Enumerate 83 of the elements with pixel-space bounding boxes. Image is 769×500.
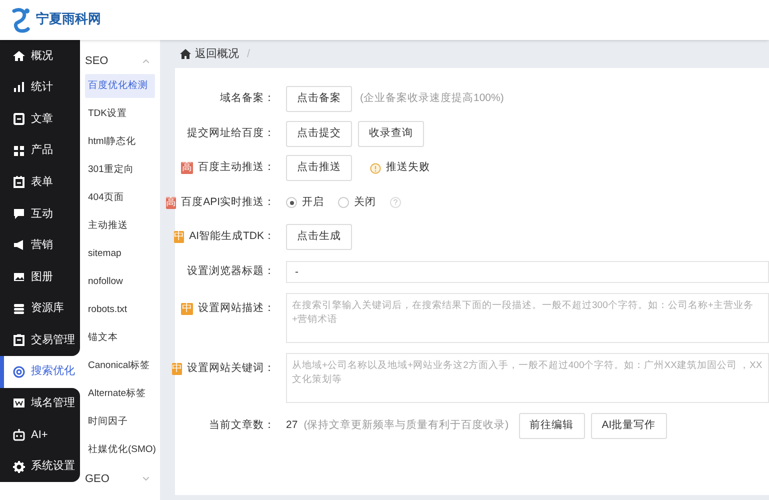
logo-text: 宁夏雨科网 (36, 10, 101, 30)
nav-item[interactable]: 营销 (0, 230, 80, 262)
submenu-item[interactable]: TDK设置 (85, 102, 155, 126)
submenu-item[interactable]: 时间因子 (85, 410, 155, 434)
chat-icon (13, 208, 25, 220)
nav-item[interactable]: 域名管理 (0, 388, 80, 420)
submenu-item[interactable]: html静态化 (85, 130, 155, 154)
target-icon (13, 366, 25, 378)
field-label: 百度主动推送： (198, 160, 275, 176)
nav-item[interactable]: 文章 (0, 103, 80, 135)
radio-button[interactable] (338, 197, 349, 208)
priority-badge: 中 (172, 362, 182, 375)
textarea-field[interactable]: 从地域+公司名称以及地域+网站业务这2方面入手，一般不超过400个字符。如：广州XX建筑加固公司 ，XX文化策划等 (286, 353, 769, 403)
field-label: 域名备案： (220, 91, 275, 106)
priority-badge: 高 (181, 162, 193, 174)
submenu-item[interactable]: Canonical标签 (85, 354, 155, 378)
submenu-section[interactable]: SEO (85, 48, 155, 74)
megaphone-icon (13, 239, 25, 252)
radio-button[interactable] (286, 197, 297, 208)
action-button[interactable]: 收录查询 (358, 120, 424, 147)
article-count: 27 (286, 418, 298, 434)
picture-icon (13, 270, 25, 283)
robot-icon (13, 428, 25, 441)
field-label: 当前文章数： (209, 418, 275, 434)
field-label: 提交网址给百度： (187, 126, 275, 141)
submenu-item[interactable]: 社媒优化(SMO) (85, 438, 155, 462)
submenu-item[interactable]: 404页面 (85, 186, 155, 210)
caret-icon (143, 59, 149, 63)
field-label: AI智能生成TDK： (189, 229, 275, 244)
calendar-icon (13, 176, 25, 188)
breadcrumb-separator: / (247, 46, 250, 62)
nav-item[interactable]: AI+ (0, 419, 80, 451)
grid-icon (13, 144, 25, 157)
action-button[interactable]: 点击备案 (286, 86, 352, 112)
action-button[interactable]: 点击生成 (286, 224, 352, 250)
action-button[interactable]: 点击提交 (286, 120, 352, 147)
textarea-field[interactable]: 在搜索引擎输入关键词后，在搜索结果下面的一段描述。一般不超过300个字符。如：公司名称+主营业务+营销术语 (286, 293, 769, 343)
field-label: 设置浏览器标题： (187, 264, 275, 279)
database-icon (13, 302, 25, 315)
submenu-item[interactable]: robots.txt (85, 298, 155, 322)
action-button[interactable]: 前往编辑 (518, 413, 585, 440)
radio-option[interactable]: 关闭 (338, 194, 376, 211)
nav-item[interactable]: 统计 (0, 72, 80, 104)
status-text: 推送失败 (386, 160, 430, 176)
letter-box-icon (13, 397, 25, 410)
input-field[interactable]: - (286, 260, 769, 283)
warning-icon (370, 162, 381, 174)
submenu-item[interactable]: 301重定向 (85, 158, 155, 182)
bar-chart-icon (13, 81, 25, 94)
hint-text: (保持文章更新频率与质量有利于百度收录) (304, 418, 509, 434)
hint-text: (企业备案收录速度提高100%) (360, 91, 504, 106)
nav-item[interactable]: 产品 (0, 134, 80, 166)
caret-icon (143, 477, 149, 481)
home-icon (180, 49, 191, 59)
nav-item[interactable]: 系统设置 (0, 450, 80, 482)
document-icon (13, 112, 25, 125)
field-label: 百度API实时推送： (181, 194, 275, 210)
nav-item[interactable]: 图册 (0, 261, 80, 293)
clipboard-icon (13, 334, 25, 346)
submenu-item[interactable]: 锚文本 (85, 326, 155, 350)
nav-item[interactable]: 交易管理 (0, 324, 80, 356)
breadcrumb-link[interactable]: 返回概况 (195, 46, 239, 62)
nav-item[interactable]: 概况 (0, 40, 80, 72)
field-label: 设置网站关键词： (187, 361, 275, 376)
submenu-item[interactable]: sitemap (85, 242, 155, 266)
action-button[interactable]: 点击推送 (286, 155, 352, 182)
priority-badge: 中 (181, 302, 193, 315)
nav-item[interactable]: 资源库 (0, 292, 80, 324)
submenu-item[interactable]: Alternate标签 (85, 382, 155, 406)
radio-option[interactable]: 开启 (286, 194, 324, 211)
logo-icon (10, 7, 32, 33)
submenu-section[interactable]: GEO (85, 466, 155, 492)
submenu-item[interactable]: 百度优化检测 (85, 74, 155, 98)
submenu-item[interactable]: nofollow (85, 270, 155, 294)
field-label: 设置网站描述： (198, 301, 275, 316)
gear-icon (13, 460, 25, 473)
nav-item[interactable]: 互动 (0, 198, 80, 230)
submenu-item[interactable]: 主动推送 (85, 214, 155, 238)
home-icon (13, 50, 25, 62)
action-button[interactable]: AI批量写作 (590, 413, 667, 440)
nav-item[interactable]: 表单 (0, 166, 80, 198)
priority-badge: 中 (174, 231, 184, 244)
priority-badge: 高 (166, 196, 176, 209)
